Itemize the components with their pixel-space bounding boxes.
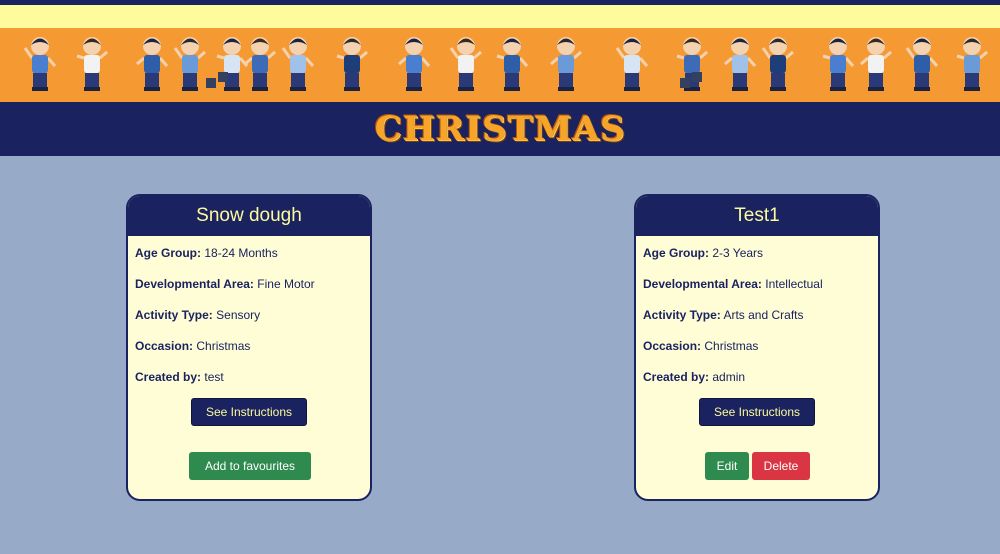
activity-type-label: Activity Type: [643, 308, 721, 322]
dev-area-row: Developmental Area: Intellectual [643, 277, 823, 291]
created-by-row: Created by: admin [643, 370, 745, 384]
activity-type-value: Sensory [216, 308, 261, 322]
activity-type-row: Activity Type: Arts and Crafts [643, 308, 804, 322]
see-instructions-button[interactable]: See Instructions [191, 398, 307, 426]
see-instructions-button[interactable]: See Instructions [699, 398, 815, 426]
card-header: Test1 [636, 196, 878, 236]
created-by-value: admin [712, 370, 746, 384]
occasion-row: Occasion: Christmas [643, 339, 758, 353]
page-title: Christmas [374, 109, 626, 149]
delete-button[interactable]: Delete [752, 452, 810, 480]
dev-area-label: Developmental Area: [643, 277, 762, 291]
card-title: Test1 [734, 205, 780, 226]
created-by-value: test [204, 370, 224, 384]
occasion-row: Occasion: Christmas [135, 339, 250, 353]
dev-area-row: Developmental Area: Fine Motor [135, 277, 315, 291]
activity-type-value: Arts and Crafts [723, 308, 804, 322]
activity-type-row: Activity Type: Sensory [135, 308, 260, 322]
occasion-label: Occasion: [643, 339, 702, 353]
kids-playing-illustration [23, 37, 988, 91]
activity-type-label: Activity Type: [135, 308, 213, 322]
activity-card: Snow dough Age Group: 18-24 Months Devel… [126, 194, 372, 501]
add-to-favourites-button[interactable]: Add to favourites [189, 452, 311, 480]
occasion-value: Christmas [704, 339, 759, 353]
occasion-value: Christmas [196, 339, 251, 353]
age-group-row: Age Group: 18-24 Months [135, 246, 278, 260]
card-header: Snow dough [128, 196, 370, 236]
activity-card: Test1 Age Group: 2-3 Years Developmental… [634, 194, 880, 501]
dev-area-value: Fine Motor [257, 277, 315, 291]
edit-button[interactable]: Edit [705, 452, 749, 480]
age-group-label: Age Group: [643, 246, 709, 260]
age-group-label: Age Group: [135, 246, 201, 260]
age-group-row: Age Group: 2-3 Years [643, 246, 763, 260]
kids-banner [0, 28, 1000, 102]
occasion-label: Occasion: [135, 339, 194, 353]
title-bar: Christmas [0, 102, 1000, 156]
card-title: Snow dough [196, 205, 302, 226]
top-strip [0, 5, 1000, 28]
created-by-label: Created by: [135, 370, 202, 384]
dev-area-value: Intellectual [765, 277, 823, 291]
created-by-row: Created by: test [135, 370, 224, 384]
age-group-value: 2-3 Years [712, 246, 764, 260]
dev-area-label: Developmental Area: [135, 277, 254, 291]
age-group-value: 18-24 Months [204, 246, 278, 260]
created-by-label: Created by: [643, 370, 710, 384]
